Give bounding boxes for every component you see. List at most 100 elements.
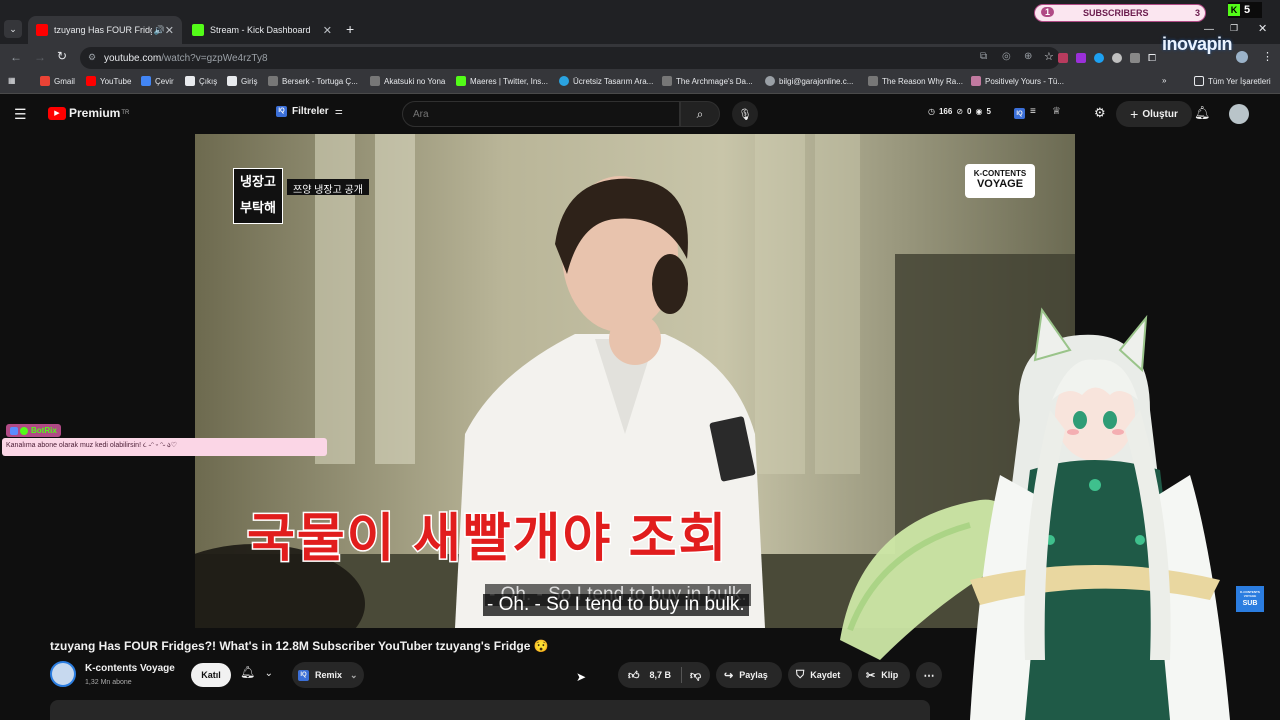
share-button[interactable]: ↪ Paylaş (716, 662, 782, 688)
puzzle-icon[interactable]: ⧠ (1148, 53, 1156, 64)
iq-extension-icon[interactable]: IQ (1014, 108, 1025, 119)
join-label: Katıl (201, 670, 221, 680)
zoom-icon[interactable]: ⊕ (1024, 51, 1032, 62)
watermark-bottom: VOYAGE (976, 178, 1024, 190)
share-icon: ↪ (724, 669, 734, 682)
watermark-top: K-CONTENTS (973, 169, 1027, 178)
menu-dots-icon[interactable]: ⋮ (1262, 50, 1273, 63)
profile-avatar[interactable] (1236, 51, 1248, 63)
kick-count: 5 (1244, 4, 1251, 16)
speaker-icon[interactable]: 🔊 (154, 25, 165, 36)
bookmark-item[interactable]: Giriş (227, 76, 257, 86)
notify-button[interactable]: 🔔︎ ⌄ (240, 665, 273, 679)
url-host: youtube.com (104, 52, 162, 64)
subs-label: SUBSCRIBERS (1083, 8, 1149, 18)
extension-icon[interactable] (1112, 53, 1122, 63)
bookmark-label: Maeres | Twitter, Ins... (470, 76, 548, 86)
bookmark-label: Giriş (241, 76, 258, 86)
new-tab-button[interactable]: + (346, 21, 354, 37)
theater-left-margin (0, 134, 195, 628)
stat-b: 5 (986, 107, 991, 116)
filters-button[interactable]: IQ Filtreler ⚌ (276, 106, 343, 117)
channel-name[interactable]: K-contents Voyage (85, 663, 175, 674)
tab-search-button[interactable]: ⌄ (4, 20, 22, 38)
page-icon (868, 76, 878, 86)
stat-a: 0 (967, 107, 972, 116)
bookmark-item[interactable]: Akatsuki no Yona (370, 76, 445, 86)
bookmark-label: The Archmage's Da... (676, 76, 753, 86)
bookmark-item[interactable]: Berserk - Tortuga Ç... (268, 76, 358, 86)
folder-icon (1194, 76, 1204, 86)
botrix-message-text: Kanalıma abone olarak muz kedi olabilirs… (6, 442, 178, 449)
list-icon[interactable]: ≡ (1030, 106, 1036, 117)
tab-title: Stream - Kick Dashboard (210, 25, 311, 35)
subs-left-count: 1 (1041, 7, 1055, 17)
youtube-favicon-icon (36, 24, 48, 36)
youtube-logo[interactable]: ▶ Premium TR (48, 106, 129, 120)
dislike-button[interactable]: 👎︎ (690, 669, 701, 682)
translate-icon (141, 76, 151, 86)
install-app-icon[interactable]: ⧉ (980, 51, 987, 62)
back-icon[interactable]: ← (10, 50, 22, 64)
kick-follower-widget: K 5 (1228, 2, 1262, 18)
all-bookmarks[interactable]: Tüm Yer İşaretleri (1194, 76, 1271, 86)
extension-icon[interactable] (1130, 53, 1140, 63)
thumbs-down-icon: 👎︎ (690, 669, 702, 682)
tracking-icon[interactable]: ◎ (1002, 51, 1011, 62)
trophy-icon[interactable]: ♕ (1052, 106, 1061, 117)
channel-avatar[interactable] (50, 661, 76, 687)
show-logo: 냉장고 부탁해 (233, 168, 283, 224)
close-tab-icon[interactable]: ✕ (323, 24, 332, 37)
close-tab-icon[interactable]: ✕ (165, 24, 174, 37)
youtube-header: ☰ ▶ Premium TR IQ Filtreler ⚌ ⌕ 🎙 ◷ 166 … (0, 94, 1280, 134)
bookmark-label: YouTube (100, 76, 132, 86)
extension-icon[interactable] (1076, 53, 1086, 63)
bookmark-item[interactable]: Positively Yours - Tü... (971, 76, 1064, 86)
window-restore-button[interactable]: ❐ (1230, 23, 1238, 34)
create-button[interactable]: + Oluştur (1116, 101, 1192, 127)
bookmark-item[interactable]: Ücretsiz Tasarım Ara... (559, 76, 653, 86)
bookmark-label: bilgi@garajonline.c... (779, 76, 854, 86)
like-button[interactable]: 👍︎ 8,7 B (628, 669, 671, 682)
stat-views: 166 (938, 107, 953, 116)
url-bar[interactable]: ⚙ youtube.com/watch?v=gzpWe4rzTy8 ⧉ ◎ ⊕ … (80, 47, 1060, 69)
reload-icon[interactable]: ↻ (57, 49, 67, 63)
filter-ext-icon: IQ (276, 106, 287, 117)
subscriber-goal-widget: 1 SUBSCRIBERS 3 (1034, 4, 1206, 22)
bookmark-label: Çıkış (199, 76, 218, 86)
account-avatar[interactable] (1229, 104, 1249, 124)
notifications-bell-icon[interactable]: 🔔︎ (1194, 105, 1211, 121)
window-close-button[interactable]: ✕ (1258, 22, 1267, 35)
page-icon (185, 76, 195, 86)
join-button[interactable]: Katıl (191, 663, 231, 687)
youtube-play-icon: ▶ (48, 106, 66, 120)
bookmark-item[interactable]: Gmail (40, 76, 75, 86)
forward-icon[interactable]: → (34, 50, 46, 64)
search-button[interactable]: ⌕ (680, 101, 720, 127)
bookmark-item[interactable]: YouTube (86, 76, 131, 86)
bookmark-item[interactable]: Çıkış (185, 76, 217, 86)
iq-icon: IQ (298, 669, 309, 681)
more-bookmarks-icon[interactable]: » (1162, 76, 1166, 85)
extensions-area: ⧠ (1058, 50, 1158, 66)
search-input[interactable] (402, 101, 680, 127)
subtitle: - Oh. - So I tend to buy in bulk. (483, 594, 749, 616)
voice-search-button[interactable]: 🎙 (732, 101, 758, 127)
extension-icon[interactable] (1058, 53, 1068, 63)
bookmark-item[interactable]: The Reason Why Ra... (868, 76, 963, 86)
bookmark-item[interactable]: bilgi@garajonline.c... (765, 76, 853, 86)
bookmark-item[interactable]: Maeres | Twitter, Ins... (456, 76, 548, 86)
remix-button[interactable]: IQ Remix ⌄ (292, 662, 364, 688)
gear-icon[interactable]: ⚙ (1094, 105, 1106, 121)
bookmark-star-icon[interactable]: ☆ (1044, 50, 1054, 63)
bell-icon: 🔔︎ (240, 665, 256, 679)
site-info-icon[interactable]: ⚙ (88, 52, 96, 63)
eye-icon: ◉ (975, 107, 983, 116)
tab-kick[interactable]: Stream - Kick Dashboard ✕ (184, 16, 340, 44)
bookmark-item[interactable]: The Archmage's Da... (662, 76, 753, 86)
apps-grid-icon[interactable]: ▦ (8, 76, 16, 85)
bookmark-item[interactable]: Çevir (141, 76, 174, 86)
hamburger-menu-icon[interactable]: ☰ (14, 106, 27, 123)
extension-icon[interactable] (1094, 53, 1104, 63)
tab-youtube[interactable]: tzuyang Has FOUR Fridges? 🔊 ✕ (28, 16, 182, 44)
